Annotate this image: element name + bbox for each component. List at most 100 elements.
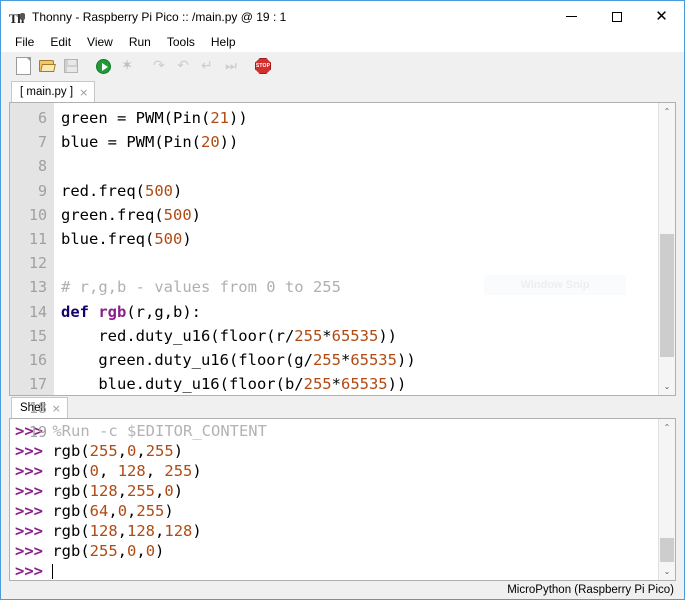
code-token: ) xyxy=(192,522,201,540)
line-number: 18 xyxy=(10,396,54,420)
shell-line: >>> rgb(128,255,0) xyxy=(15,481,658,501)
code-token: rgb( xyxy=(43,482,90,500)
line-number: 9 xyxy=(10,179,54,203)
shell-scroll-thumb[interactable] xyxy=(660,538,674,562)
interpreter-status-label[interactable]: MicroPython (Raspberry Pi Pico) xyxy=(507,584,674,596)
resume-button[interactable]: ⏭ xyxy=(219,54,243,78)
code-token: , xyxy=(146,462,165,480)
line-number: 13 xyxy=(10,275,54,299)
run-button[interactable] xyxy=(91,54,115,78)
code-token: >>> xyxy=(15,442,43,460)
menu-item-tools[interactable]: Tools xyxy=(159,34,203,51)
shell-scroll-down-icon[interactable]: ⌄ xyxy=(659,563,675,580)
resume-arrow-icon: ⏭ xyxy=(225,60,237,73)
shell-vertical-scrollbar[interactable]: ⌃ ⌄ xyxy=(658,419,675,580)
code-token: , xyxy=(118,442,127,460)
code-token: * xyxy=(332,375,341,393)
floppy-save-icon xyxy=(64,59,78,73)
code-token: def xyxy=(61,303,98,321)
code-line: red.duty_u16(floor(r/255*65535)) xyxy=(61,324,658,348)
editor-scroll-track[interactable] xyxy=(659,120,675,378)
new-file-button[interactable] xyxy=(11,54,35,78)
code-token: 0 xyxy=(164,482,173,500)
code-line: blue = PWM(Pin(20)) xyxy=(61,130,658,154)
code-token: red.freq( xyxy=(61,182,145,200)
code-token: )) xyxy=(229,109,248,127)
code-token: 255 xyxy=(313,351,341,369)
code-token: 255 xyxy=(136,502,164,520)
code-line: green = PWM(Pin(21)) xyxy=(61,106,658,130)
editor-scroll-thumb[interactable] xyxy=(660,234,674,358)
code-token: 500 xyxy=(154,230,182,248)
code-token: >>> xyxy=(15,482,43,500)
shell-line: >>> %Run -c $EDITOR_CONTENT xyxy=(15,421,658,441)
code-line: blue.duty_u16(floor(b/255*65535)) xyxy=(61,372,658,395)
shell-scroll-up-icon[interactable]: ⌃ xyxy=(659,419,675,436)
code-token: 128 xyxy=(90,522,118,540)
menu-item-edit[interactable]: Edit xyxy=(42,34,79,51)
code-token: >>> xyxy=(15,542,43,560)
code-token: blue.duty_u16(floor(b/ xyxy=(61,375,304,393)
line-number: 11 xyxy=(10,227,54,251)
code-token: >>> xyxy=(15,462,43,480)
folder-open-icon xyxy=(39,60,55,73)
shell-output-area[interactable]: >>> %Run -c $EDITOR_CONTENT>>> rgb(255,0… xyxy=(10,419,658,580)
editor-scroll-up-icon[interactable]: ⌃ xyxy=(659,103,675,120)
code-token: 0 xyxy=(127,542,136,560)
code-line: blue.freq(500) xyxy=(61,227,658,251)
shell-scroll-track[interactable] xyxy=(659,436,675,563)
code-token: >>> xyxy=(15,522,43,540)
code-token: 64 xyxy=(90,502,109,520)
editor-scroll-down-icon[interactable]: ⌄ xyxy=(659,378,675,395)
menu-item-file[interactable]: File xyxy=(7,34,42,51)
shell-line: >>> xyxy=(15,561,658,580)
step-out-arrow-icon: ↵ xyxy=(201,59,213,73)
code-token: , xyxy=(136,442,145,460)
code-line xyxy=(61,251,658,275)
code-token: 0 xyxy=(118,502,127,520)
menu-item-help[interactable]: Help xyxy=(203,34,244,51)
code-token: ) xyxy=(174,482,183,500)
title-bar: Th Thonny - Raspberry Pi Pico :: /main.p… xyxy=(1,1,684,32)
code-token: rgb xyxy=(98,303,126,321)
menu-item-run[interactable]: Run xyxy=(121,34,159,51)
code-token: )) xyxy=(220,133,239,151)
code-token: ) xyxy=(174,442,183,460)
line-number: 17 xyxy=(10,372,54,396)
code-token: , xyxy=(108,502,117,520)
minimize-icon[interactable] xyxy=(549,2,594,32)
shell-line: >>> rgb(255,0,255) xyxy=(15,441,658,461)
code-line: green.duty_u16(floor(g/255*65535)) xyxy=(61,348,658,372)
close-icon[interactable]: ✕ xyxy=(639,2,684,32)
code-token: rgb( xyxy=(43,542,90,560)
code-token: # r,g,b - values from 0 to 255 xyxy=(61,278,341,296)
shell-line: >>> rgb(64,0,255) xyxy=(15,501,658,521)
code-token: rgb( xyxy=(43,442,90,460)
step-out-button[interactable]: ↵ xyxy=(195,54,219,78)
window-controls: ✕ xyxy=(549,1,684,32)
editor-vertical-scrollbar[interactable]: ⌃ ⌄ xyxy=(658,103,675,395)
code-token: , xyxy=(127,502,136,520)
debug-button[interactable]: ✶ xyxy=(115,54,139,78)
code-token: ) xyxy=(155,542,164,560)
step-into-button[interactable]: ↶ xyxy=(171,54,195,78)
shell-line: >>> rgb(0, 128, 255) xyxy=(15,461,658,481)
editor-code-area[interactable]: Window Snip green = PWM(Pin(21))blue = P… xyxy=(54,103,658,395)
step-over-button[interactable]: ↷ xyxy=(147,54,171,78)
editor-tab-close-icon[interactable]: × xyxy=(79,86,88,99)
open-file-button[interactable] xyxy=(35,54,59,78)
editor-tab-main-py[interactable]: [ main.py ] × xyxy=(11,81,95,102)
code-token: 500 xyxy=(164,206,192,224)
menu-item-view[interactable]: View xyxy=(79,34,121,51)
code-token: 255 xyxy=(304,375,332,393)
code-token: 255 xyxy=(90,542,118,560)
maximize-icon[interactable] xyxy=(594,2,639,32)
stop-button[interactable]: STOP xyxy=(251,54,275,78)
code-token: rgb( xyxy=(43,522,90,540)
code-token: green.freq( xyxy=(61,206,164,224)
code-token: green = PWM(Pin( xyxy=(61,109,210,127)
document-icon xyxy=(16,57,31,75)
code-token xyxy=(43,562,52,580)
code-token: ) xyxy=(182,230,191,248)
save-file-button[interactable] xyxy=(59,54,83,78)
